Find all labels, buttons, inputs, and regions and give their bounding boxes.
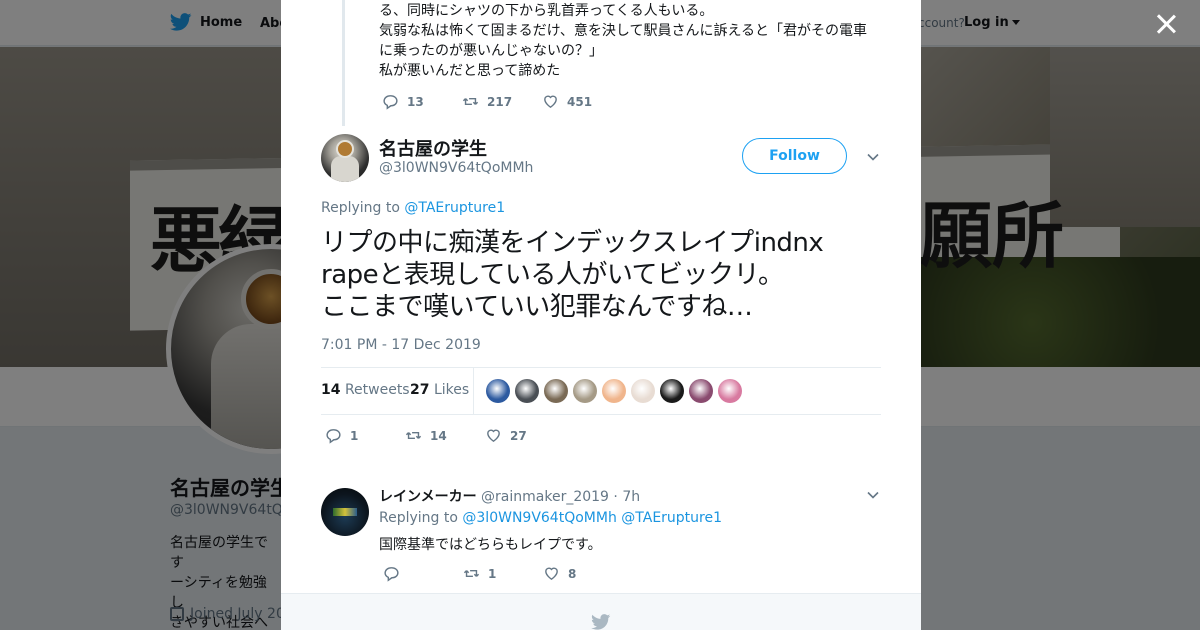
retweet-count: 14 bbox=[430, 428, 447, 443]
liker-avatar[interactable] bbox=[689, 379, 713, 403]
parent-action-row: 13 217 451 bbox=[382, 93, 622, 110]
liker-avatar[interactable] bbox=[515, 379, 539, 403]
liker-avatar[interactable] bbox=[718, 379, 742, 403]
avatar-helmet bbox=[336, 140, 354, 158]
reply-tweet-meta: レインメーカー @rainmaker_2019 · 7h bbox=[379, 486, 640, 506]
main-tweet-author-name[interactable]: 名古屋の学生 bbox=[379, 135, 487, 161]
reply-time[interactable]: · 7h bbox=[613, 489, 640, 505]
follow-button[interactable]: Follow bbox=[742, 138, 847, 174]
reply-author-name[interactable]: レインメーカー bbox=[379, 489, 477, 505]
main-tweet-line: リプの中に痴漢をインデックスレイプindnx bbox=[321, 228, 824, 258]
liker-avatar[interactable] bbox=[573, 379, 597, 403]
chevron-down-icon[interactable] bbox=[867, 151, 879, 163]
liker-avatar[interactable] bbox=[660, 379, 684, 403]
like-count: 8 bbox=[568, 566, 577, 581]
reply-author-handle[interactable]: @rainmaker_2019 bbox=[481, 489, 609, 505]
replying-prefix: Replying to bbox=[379, 510, 458, 526]
replying-to: Replying to @TAErupture1 bbox=[321, 200, 505, 216]
like-button[interactable]: 8 bbox=[543, 565, 623, 582]
like-button[interactable]: 27 bbox=[485, 427, 565, 444]
reply-icon bbox=[383, 95, 398, 110]
main-tweet-line: rapeと表現している人がいてビックリ。 bbox=[321, 260, 784, 290]
reply-count: 1 bbox=[350, 428, 359, 443]
parent-line: 気弱な私は怖くて固まるだけ、意を決して駅員さんに訴えると「君がその電車 bbox=[379, 23, 868, 39]
heart-icon bbox=[487, 429, 500, 443]
main-tweet-avatar[interactable] bbox=[321, 134, 369, 182]
retweets-stat-count: 14 bbox=[321, 382, 341, 398]
main-tweet-text: リプの中に痴漢をインデックスレイプindnx rapeと表現している人がいてビッ… bbox=[321, 227, 881, 323]
main-tweet-line: ここまで嘆いていい犯罪なんですね… bbox=[321, 292, 753, 322]
retweet-icon bbox=[405, 431, 422, 440]
reply-tweet-text: 国際基準ではどちらもレイプです。 bbox=[379, 537, 602, 553]
reply-button[interactable]: 13 bbox=[382, 93, 462, 110]
thread-connector-line bbox=[342, 0, 345, 126]
heart-icon bbox=[545, 567, 558, 581]
main-action-row: 1 14 27 bbox=[325, 427, 565, 444]
liker-avatar[interactable] bbox=[486, 379, 510, 403]
twitter-bird-icon bbox=[591, 614, 611, 630]
avatar-body bbox=[331, 156, 359, 182]
stats-divider bbox=[473, 368, 474, 415]
tweet-timestamp[interactable]: 7:01 PM - 17 Dec 2019 bbox=[321, 337, 481, 353]
retweet-icon bbox=[462, 97, 479, 106]
chevron-down-icon[interactable] bbox=[867, 489, 879, 501]
reply-count: 13 bbox=[407, 94, 424, 109]
liker-avatar[interactable] bbox=[602, 379, 626, 403]
reply-replying-to: Replying to @3l0WN9V64tQoMMh @TAErupture… bbox=[379, 510, 722, 526]
main-tweet-author-handle[interactable]: @3l0WN9V64tQoMMh bbox=[379, 160, 533, 176]
heart-icon bbox=[544, 95, 557, 109]
tweet-permalink-modal: る、同時にシャツの下から乳首弄ってくる人もいる。 気弱な私は怖くて固まるだけ、意… bbox=[281, 0, 921, 630]
retweet-count: 217 bbox=[487, 94, 513, 109]
retweet-button[interactable]: 14 bbox=[405, 427, 485, 444]
reply-button[interactable]: 1 bbox=[325, 427, 405, 444]
likes-stat-count: 27 bbox=[410, 382, 430, 398]
replying-to-link[interactable]: @TAErupture1 bbox=[404, 200, 505, 216]
parent-line: る、同時にシャツの下から乳首弄ってくる人もいる。 bbox=[379, 3, 714, 19]
like-count: 27 bbox=[510, 428, 527, 443]
retweets-stat[interactable]: 14 Retweets bbox=[321, 382, 410, 398]
parent-line: 私が悪いんだと思って諦めた bbox=[379, 63, 561, 79]
retweet-icon bbox=[463, 569, 480, 578]
replying-to-link[interactable]: @TAErupture1 bbox=[621, 510, 722, 526]
modal-footer bbox=[281, 593, 921, 630]
parent-line: に乗ったのが悪いんじゃないの？」 bbox=[379, 43, 603, 59]
like-count: 451 bbox=[567, 94, 593, 109]
retweets-stat-label: Retweets bbox=[344, 382, 410, 398]
reply-button[interactable] bbox=[383, 565, 463, 582]
main-tweet-header: 名古屋の学生 @3l0WN9V64tQoMMh Follow bbox=[321, 134, 881, 184]
reply-icon bbox=[384, 567, 399, 582]
replying-prefix: Replying to bbox=[321, 200, 400, 216]
likes-stat-label: Likes bbox=[433, 382, 470, 398]
replying-to-link[interactable]: @3l0WN9V64tQoMMh bbox=[462, 510, 616, 526]
retweet-button[interactable]: 1 bbox=[463, 565, 543, 582]
reply-action-row: 1 8 bbox=[383, 565, 623, 582]
tweet-stats: 14 Retweets 27 Likes bbox=[321, 367, 881, 415]
close-icon[interactable] bbox=[1154, 12, 1178, 36]
reply-tweet-avatar[interactable] bbox=[321, 488, 369, 536]
like-button[interactable]: 451 bbox=[542, 93, 622, 110]
parent-tweet: る、同時にシャツの下から乳首弄ってくる人もいる。 気弱な私は怖くて固まるだけ、意… bbox=[281, 0, 921, 126]
liker-avatar[interactable] bbox=[631, 379, 655, 403]
reply-tweet[interactable]: レインメーカー @rainmaker_2019 · 7h Replying to… bbox=[321, 484, 881, 594]
reply-icon bbox=[326, 429, 341, 444]
liker-avatars bbox=[486, 379, 742, 403]
retweet-count: 1 bbox=[488, 566, 497, 581]
parent-tweet-text: る、同時にシャツの下から乳首弄ってくる人もいる。 気弱な私は怖くて固まるだけ、意… bbox=[379, 1, 879, 81]
liker-avatar[interactable] bbox=[544, 379, 568, 403]
likes-stat[interactable]: 27 Likes bbox=[410, 382, 469, 398]
retweet-button[interactable]: 217 bbox=[462, 93, 542, 110]
